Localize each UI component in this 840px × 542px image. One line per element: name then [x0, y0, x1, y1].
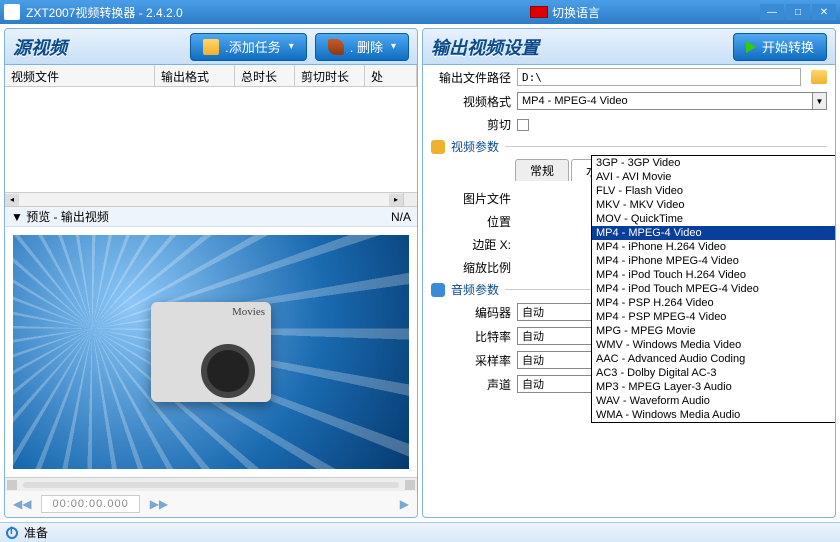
task-list-header: 视频文件 输出格式 总时长 剪切时长 处: [5, 65, 417, 87]
image-file-label: 图片文件: [431, 190, 511, 207]
video-format-dropdown[interactable]: 3GP - 3GP VideoAVI - AVI MovieFLV - Flas…: [591, 155, 836, 423]
browse-folder-icon[interactable]: [811, 70, 827, 84]
cut-label: 剪切: [431, 116, 511, 133]
scale-label: 缩放比例: [431, 259, 511, 276]
channels-label: 声道: [431, 376, 511, 393]
col-cut[interactable]: 剪切时长: [295, 65, 365, 86]
format-option[interactable]: MPG - MPEG Movie: [592, 324, 836, 338]
source-video-panel: 源视频 .添加任务 ▾ . 删除 ▾ 视频文件 输出格式 总时长 剪切时长 处 …: [4, 28, 418, 518]
scroll-right-icon[interactable]: ▸: [389, 194, 403, 206]
format-option[interactable]: FLV - Flash Video: [592, 184, 836, 198]
preview-viewport: Movies: [13, 235, 409, 469]
play-icon: [746, 41, 756, 53]
chevron-down-icon: ▾: [289, 41, 294, 52]
col-proc[interactable]: 处: [365, 65, 417, 86]
format-option[interactable]: WMV - Windows Media Video: [592, 338, 836, 352]
brush-icon: [328, 39, 344, 55]
format-option[interactable]: 3GP - 3GP Video: [592, 156, 836, 170]
source-title: 源视频: [13, 34, 67, 60]
format-option[interactable]: MP4 - iPhone H.264 Video: [592, 240, 836, 254]
video-format-select[interactable]: MP4 - MPEG-4 Video ▼: [517, 92, 827, 110]
format-option[interactable]: MOV - QuickTime: [592, 212, 836, 226]
format-option[interactable]: WAV - Waveform Audio: [592, 394, 836, 408]
format-option[interactable]: WMA - Windows Media Audio: [592, 408, 836, 422]
video-format-label: 视频格式: [431, 93, 511, 110]
next-button[interactable]: ▶▶: [150, 497, 168, 511]
close-button[interactable]: ✕: [812, 4, 836, 20]
output-settings-panel: 输出视频设置 开始转换 输出文件路径 视频格式 MP4 - MPEG-4 Vid…: [422, 28, 836, 518]
minimize-button[interactable]: —: [760, 4, 784, 20]
add-task-button[interactable]: .添加任务 ▾: [190, 33, 307, 61]
col-total[interactable]: 总时长: [235, 65, 295, 86]
format-option[interactable]: MP4 - PSP H.264 Video: [592, 296, 836, 310]
flag-icon: [530, 6, 548, 18]
audio-icon: [431, 283, 445, 297]
margin-x-label: 边距 X:: [431, 236, 511, 253]
chevron-down-icon[interactable]: ▼: [812, 93, 826, 109]
format-option[interactable]: MKV - MKV Video: [592, 198, 836, 212]
info-icon: [6, 527, 18, 539]
h-scrollbar[interactable]: ◂ ▸: [5, 192, 403, 206]
maximize-button[interactable]: □: [786, 4, 810, 20]
encoder-label: 编码器: [431, 304, 511, 321]
timecode: 00:00:00.000: [41, 495, 139, 513]
film-reel-icon: [201, 344, 255, 398]
audio-params-label: 音频参数: [451, 281, 499, 298]
preview-header[interactable]: ▼ 预览 - 输出视频 N/A: [5, 207, 417, 227]
delete-button[interactable]: . 删除 ▾: [315, 33, 409, 61]
video-icon: [431, 140, 445, 154]
format-option[interactable]: AVI - AVI Movie: [592, 170, 836, 184]
format-option[interactable]: MP4 - PSP MPEG-4 Video: [592, 310, 836, 324]
switch-language-button[interactable]: 切换语言: [552, 4, 600, 21]
samplerate-label: 采样率: [431, 352, 511, 369]
col-file[interactable]: 视频文件: [5, 65, 155, 86]
position-label: 位置: [431, 213, 511, 230]
folder-icon: [203, 39, 219, 55]
video-params-label: 视频参数: [451, 138, 499, 155]
transport-controls: ◀◀ 00:00:00.000 ▶▶ ▶: [5, 491, 417, 517]
titlebar: ZXT2007视频转换器 - 2.4.2.0 切换语言 — □ ✕: [0, 0, 840, 24]
format-option[interactable]: MP4 - iPhone MPEG-4 Video: [592, 254, 836, 268]
bitrate-label: 比特率: [431, 328, 511, 345]
output-path-label: 输出文件路径: [431, 69, 511, 86]
cut-checkbox[interactable]: [517, 119, 529, 131]
movie-thumb-icon: Movies: [151, 302, 271, 402]
format-option[interactable]: AAC - Advanced Audio Coding: [592, 352, 836, 366]
format-option[interactable]: AC3 - Dolby Digital AC-3: [592, 366, 836, 380]
format-option[interactable]: MP3 - MPEG Layer-3 Audio: [592, 380, 836, 394]
play-button[interactable]: ▶: [400, 497, 409, 511]
seek-bar[interactable]: [5, 477, 417, 491]
statusbar: 准备: [0, 522, 840, 542]
format-option[interactable]: MP4 - MPEG-4 Video: [592, 226, 836, 240]
start-convert-button[interactable]: 开始转换: [733, 33, 827, 61]
format-option[interactable]: MP4 - iPod Touch MPEG-4 Video: [592, 282, 836, 296]
output-path-input[interactable]: [517, 68, 801, 86]
scroll-left-icon[interactable]: ◂: [5, 194, 19, 206]
task-list[interactable]: ◂ ▸: [5, 87, 417, 207]
chevron-down-icon: ▾: [391, 41, 396, 52]
prev-button[interactable]: ◀◀: [13, 497, 31, 511]
col-format[interactable]: 输出格式: [155, 65, 235, 86]
app-icon: [4, 4, 20, 20]
format-option[interactable]: MP4 - iPod Touch H.264 Video: [592, 268, 836, 282]
output-title: 输出视频设置: [431, 34, 539, 60]
status-text: 准备: [24, 524, 48, 541]
tab-normal[interactable]: 常规: [515, 159, 569, 181]
window-title: ZXT2007视频转换器 - 2.4.2.0: [26, 4, 183, 21]
